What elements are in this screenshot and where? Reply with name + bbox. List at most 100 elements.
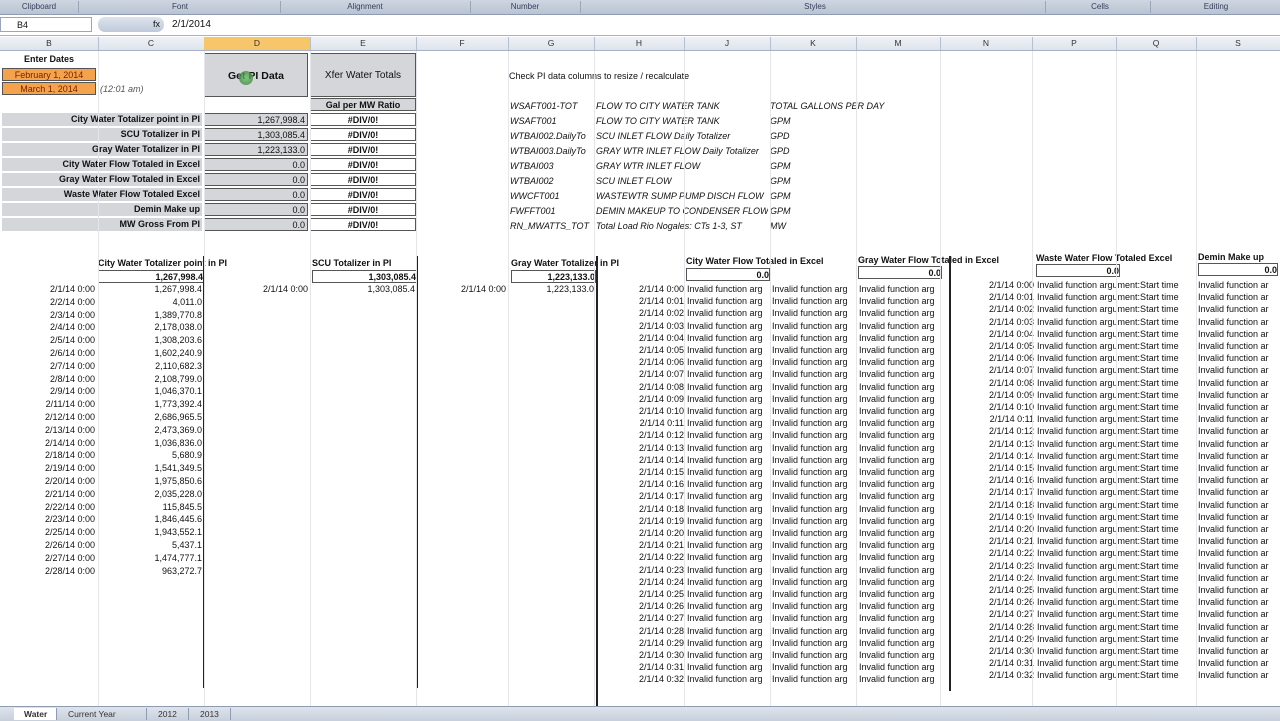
daily-value: 1,846,445.6 bbox=[154, 514, 202, 525]
minute-timestamp: 2/1/14 0:09 bbox=[988, 389, 1034, 400]
pi-tag: WSAFT001-TOT bbox=[510, 101, 578, 111]
error-cell: Invalid function arg bbox=[859, 345, 935, 355]
column-header-g[interactable]: G bbox=[508, 37, 595, 50]
minute-timestamp: 2/1/14 0:27 bbox=[638, 613, 684, 624]
minute-timestamp: 2/1/14 0:17 bbox=[638, 491, 684, 502]
error-cell: Invalid function arg bbox=[772, 637, 848, 648]
fx-icon[interactable]: fx bbox=[98, 17, 164, 32]
minute-timestamp: 2/1/14 0:14 bbox=[638, 454, 684, 465]
gridline bbox=[98, 51, 99, 706]
sheet-tab-2013[interactable]: 2013 bbox=[190, 708, 231, 720]
error-cell: Invalid function arg bbox=[859, 613, 935, 624]
error-cell: Invalid function arg bbox=[772, 613, 848, 624]
column-header-h[interactable]: H bbox=[594, 37, 685, 50]
error-cell: Invalid function ar bbox=[1198, 353, 1269, 364]
column-header-s[interactable]: S bbox=[1196, 37, 1280, 50]
formula-input[interactable]: 2/1/2014 bbox=[172, 17, 211, 32]
column-header-n[interactable]: N bbox=[940, 37, 1033, 50]
error-cell: Invalid function arg bbox=[687, 454, 763, 465]
minute-timestamp: 2/1/14 0:10 bbox=[988, 402, 1034, 412]
error-cell: Invalid function arg bbox=[859, 662, 935, 673]
minute-timestamp: 2/1/14 0:24 bbox=[638, 576, 684, 587]
error-cell: Invalid function ar bbox=[1198, 633, 1269, 644]
summary-label: Demin Make up bbox=[2, 203, 202, 216]
error-cell: Invalid function arg bbox=[687, 601, 763, 612]
error-cell: Invalid function arg bbox=[772, 296, 848, 307]
error-cell: Invalid function arg bbox=[859, 393, 935, 404]
daily-value: 1,036,836.0 bbox=[154, 437, 202, 448]
column-header-k[interactable]: K bbox=[770, 37, 857, 50]
daily-date: 2/26/14 0:00 bbox=[44, 540, 95, 550]
column-header-q[interactable]: Q bbox=[1116, 37, 1197, 50]
gridline bbox=[856, 51, 857, 706]
minute-timestamp: 2/1/14 0:25 bbox=[988, 585, 1034, 595]
error-cell: Invalid function arg bbox=[687, 381, 763, 392]
xfer-water-totals-button[interactable]: Xfer Water Totals bbox=[310, 53, 416, 97]
gridline bbox=[204, 51, 205, 706]
sheet-tab-water[interactable]: Water bbox=[14, 708, 57, 720]
minute-timestamp: 2/1/14 0:30 bbox=[988, 646, 1034, 656]
error-cell: Invalid function arg bbox=[687, 515, 763, 526]
column-header-m[interactable]: M bbox=[856, 37, 941, 50]
error-cell: Invalid function arg bbox=[687, 418, 763, 429]
minute-timestamp: 2/1/14 0:06 bbox=[988, 353, 1034, 364]
pi-tag-description: FLOW TO CITY WATER TANK bbox=[596, 116, 720, 126]
minute-timestamp: 2/1/14 0:26 bbox=[638, 601, 684, 612]
column-header-p[interactable]: P bbox=[1032, 37, 1117, 50]
daily-value: 5,437.1 bbox=[171, 540, 202, 550]
minute-timestamp: 2/1/14 0:09 bbox=[638, 393, 684, 404]
minute-timestamp: 2/1/14 0:15 bbox=[638, 467, 684, 477]
error-cell: Invalid function arg bbox=[772, 332, 848, 343]
sheet-tab-2012[interactable]: 2012 bbox=[148, 708, 189, 720]
column-header-f[interactable]: F bbox=[416, 37, 509, 50]
gray-flow-value: 0.0 bbox=[858, 266, 942, 279]
start-date-cell[interactable]: February 1, 2014 bbox=[2, 68, 96, 81]
gridline bbox=[594, 51, 595, 706]
error-cell: Invalid function arg bbox=[687, 540, 763, 551]
error-cell: Invalid function ar bbox=[1198, 280, 1269, 290]
daily-value: 2,686,965.5 bbox=[154, 412, 202, 422]
summary-value: 0.0 bbox=[204, 218, 308, 231]
error-cell: Invalid function arg bbox=[772, 442, 848, 453]
minute-timestamp: 2/1/14 0:01 bbox=[638, 296, 684, 307]
pi-tag-unit: GPM bbox=[770, 176, 791, 186]
error-cell: Invalid function arg bbox=[687, 467, 763, 477]
daily-value: 2,108,799.0 bbox=[154, 373, 202, 384]
column-header-b[interactable]: B bbox=[0, 37, 99, 50]
error-cell: Invalid function arg bbox=[772, 479, 848, 490]
error-cell: Invalid function arg bbox=[772, 576, 848, 587]
error-cell: Invalid function ar bbox=[1198, 292, 1269, 303]
error-cell: Invalid function arg bbox=[859, 540, 935, 551]
scu-header: SCU Totalizer in PI bbox=[312, 258, 392, 268]
error-cell: Invalid function arg bbox=[687, 442, 763, 453]
get-pi-data-button[interactable]: Get PI Data bbox=[204, 53, 308, 97]
minute-timestamp: 2/1/14 0:18 bbox=[988, 499, 1034, 510]
column-header-e[interactable]: E bbox=[310, 37, 417, 50]
column-header-d[interactable]: D bbox=[204, 37, 311, 50]
error-cell: Invalid function arg bbox=[772, 418, 848, 429]
error-cell: Invalid function arg bbox=[687, 528, 763, 538]
name-box[interactable]: B4 bbox=[0, 17, 92, 32]
pi-tag-unit: TOTAL GALLONS PER DAY bbox=[770, 101, 885, 111]
daily-value: 5,680.9 bbox=[171, 450, 202, 461]
column-header-j[interactable]: J bbox=[684, 37, 771, 50]
error-cell: Invalid function arg bbox=[687, 662, 763, 673]
error-cell: Invalid function ar bbox=[1198, 389, 1269, 400]
pi-tag-unit: GPM bbox=[770, 191, 791, 201]
error-cell: Invalid function arg bbox=[859, 332, 935, 343]
end-date-cell[interactable]: March 1, 2014 bbox=[2, 82, 96, 95]
city-total-value: 1,267,998.4 bbox=[98, 270, 204, 283]
minute-timestamp: 2/1/14 0:12 bbox=[638, 430, 684, 441]
daily-value: 2,473,369.0 bbox=[154, 424, 202, 435]
error-cell: Invalid function arg bbox=[772, 308, 848, 319]
worksheet-grid[interactable]: Enter Dates February 1, 2014 March 1, 20… bbox=[0, 51, 1280, 706]
error-cell: Invalid function arg bbox=[687, 564, 763, 575]
pi-tag: WWCFT001 bbox=[510, 191, 560, 201]
minute-timestamp: 2/1/14 0:05 bbox=[988, 341, 1034, 351]
error-cell: Invalid function arg bbox=[859, 503, 935, 514]
daily-date: 2/11/14 0:00 bbox=[45, 399, 95, 410]
minute-timestamp: 2/1/14 0:30 bbox=[638, 650, 684, 660]
summary-ratio: #DIV/0! bbox=[310, 113, 416, 126]
column-header-c[interactable]: C bbox=[98, 37, 205, 50]
sheet-tab-current-year[interactable]: Current Year bbox=[58, 708, 147, 720]
